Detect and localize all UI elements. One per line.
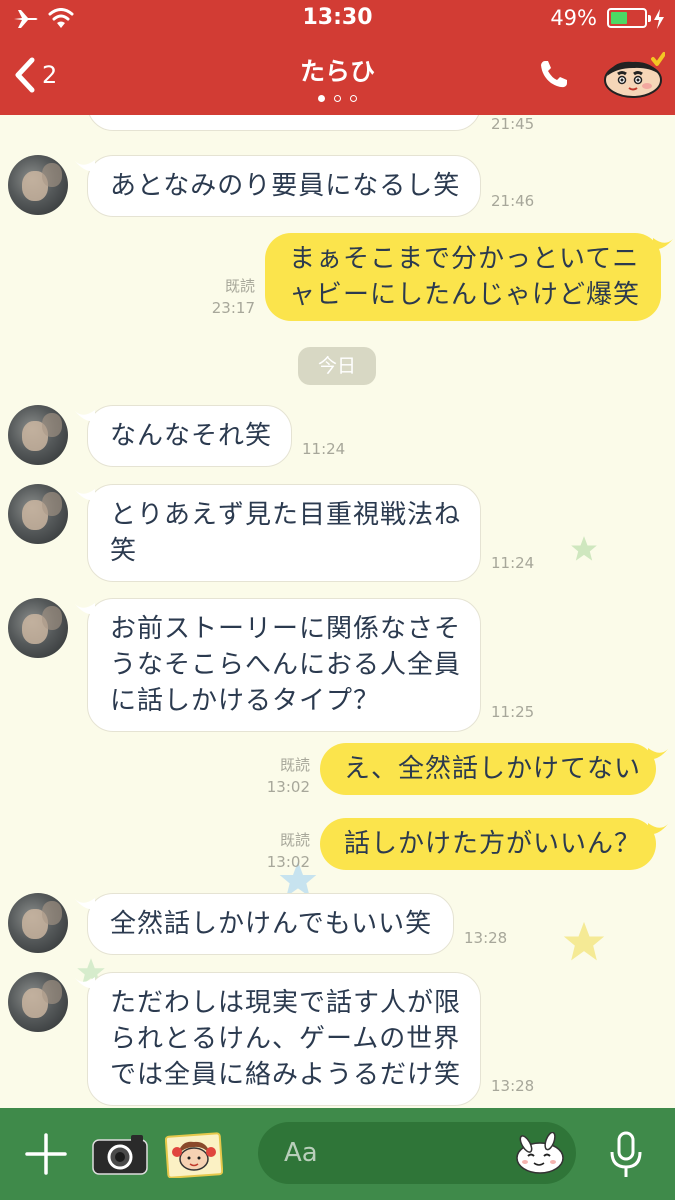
contact-avatar[interactable]: [8, 893, 68, 953]
message-text-line: まぁそこまで分かっといてニ: [289, 244, 640, 274]
message-time: 13:02: [266, 778, 310, 796]
charging-icon: [654, 9, 664, 29]
star-decoration-icon: [571, 536, 597, 561]
header-bar: 13:30 49% 2 たらひ: [0, 0, 675, 115]
incoming-message-bubble[interactable]: なんなそれ笑: [87, 405, 292, 467]
read-receipt: 既読: [279, 756, 310, 774]
bubble-tail: [648, 823, 668, 835]
message-time: 11:25: [491, 703, 535, 721]
read-receipt: 既読: [279, 831, 310, 849]
message-text-line: なんなそれ笑: [110, 421, 273, 451]
contact-avatar[interactable]: [8, 155, 68, 215]
battery-icon: [607, 8, 651, 28]
contact-avatar[interactable]: [8, 484, 68, 544]
sticker-button[interactable]: [164, 1132, 224, 1182]
message-text-line: に話しかけるタイプ？: [110, 686, 381, 716]
sticker-icon: [164, 1132, 224, 1179]
read-receipt: 既読: [224, 277, 255, 295]
bubble-tail: [75, 489, 95, 501]
phone-icon: [541, 61, 567, 88]
message-text-line: 話しかけた方がいいん？: [344, 829, 642, 859]
bubble-tail: [75, 977, 95, 989]
status-bar: 13:30 49%: [0, 0, 675, 38]
message-time: 13:02: [266, 853, 310, 871]
emoji-icon: [516, 1131, 564, 1174]
bubble-tail: [75, 603, 95, 615]
page-dot: [318, 95, 325, 102]
message-text-line: 全然話しかけんでもいい笑: [110, 909, 433, 939]
date-separator: 今日: [298, 347, 376, 385]
message-bubble-partial: [87, 115, 481, 131]
plus-icon: [25, 1133, 67, 1175]
message-text-line: え、全然話しかけてない: [344, 754, 642, 784]
message-text-line: あとなみのり要員になるし笑: [110, 171, 461, 201]
incoming-message-bubble[interactable]: お前ストーリーに関係なさそ うなそこらへんにおる人全員 に話しかけるタイプ？: [87, 598, 481, 732]
incoming-message-bubble[interactable]: 全然話しかけんでもいい笑: [87, 893, 454, 955]
shin-chan-sticker-icon[interactable]: [603, 50, 666, 100]
bubble-tail: [75, 898, 95, 910]
contact-avatar[interactable]: [8, 598, 68, 658]
message-text-line: とりあえず見た目重視戦法ね: [110, 500, 462, 530]
chat-title: たらひ: [299, 57, 375, 86]
contact-avatar[interactable]: [8, 405, 68, 465]
input-bar: [0, 1108, 675, 1200]
battery-fill: [611, 12, 627, 24]
camera-icon: [92, 1135, 148, 1175]
message-time: 13:28: [491, 1077, 535, 1095]
message-time: 11:24: [302, 440, 346, 458]
chat-history[interactable]: 21:45 あとなみのり要員になるし笑 21:46 まぁそこまで分かっといてニ ャビー…: [0, 115, 675, 1108]
incoming-message-bubble[interactable]: ただわしは現実で話す人が限 られとるけん、ゲームの世界 では全員に絡みようるだけ笑: [87, 972, 481, 1106]
contact-avatar[interactable]: [8, 972, 68, 1032]
message-time: 21:46: [491, 192, 535, 210]
outgoing-message-bubble[interactable]: 話しかけた方がいいん？: [320, 818, 656, 870]
voice-button[interactable]: [606, 1130, 646, 1184]
bubble-tail: [653, 238, 673, 250]
battery-nub: [648, 15, 651, 22]
message-time: 21:45: [491, 115, 535, 133]
message-time: 23:17: [211, 299, 255, 317]
incoming-message-bubble[interactable]: とりあえず見た目重視戦法ね笑: [87, 484, 481, 582]
incoming-message-bubble[interactable]: あとなみのり要員になるし笑: [87, 155, 481, 217]
bubble-tail: [75, 410, 95, 422]
message-text-line: ただわしは現実で話す人が限: [110, 988, 462, 1018]
message-text-line: られとるけん、ゲームの世界: [110, 1024, 461, 1054]
bubble-tail: [75, 160, 95, 172]
message-time: 11:24: [491, 554, 535, 572]
camera-button[interactable]: [91, 1134, 149, 1180]
message-text-line: では全員に絡みようるだけ笑: [110, 1060, 462, 1090]
message-text-line: うなそこらへんにおる人全員: [110, 650, 462, 680]
message-text-line: お前ストーリーに関係なさそ: [110, 614, 462, 644]
message-text-line: 笑: [110, 536, 138, 566]
outgoing-message-bubble[interactable]: え、全然話しかけてない: [320, 743, 656, 795]
page-indicator: [0, 95, 675, 102]
outgoing-message-bubble[interactable]: まぁそこまで分かっといてニ ャビーにしたんじゃけど爆笑: [265, 233, 661, 321]
call-button[interactable]: [538, 58, 570, 94]
microphone-icon: [610, 1131, 642, 1177]
message-text-line: ャビーにしたんじゃけど爆笑: [289, 280, 641, 310]
battery-percent: 49%: [550, 6, 597, 30]
emoji-button[interactable]: [512, 1131, 566, 1176]
page-dot: [334, 95, 341, 102]
star-decoration-icon: [563, 921, 605, 961]
add-button[interactable]: [24, 1132, 68, 1180]
bubble-tail: [648, 748, 668, 760]
message-time: 13:28: [464, 929, 508, 947]
page-dot: [350, 95, 357, 102]
